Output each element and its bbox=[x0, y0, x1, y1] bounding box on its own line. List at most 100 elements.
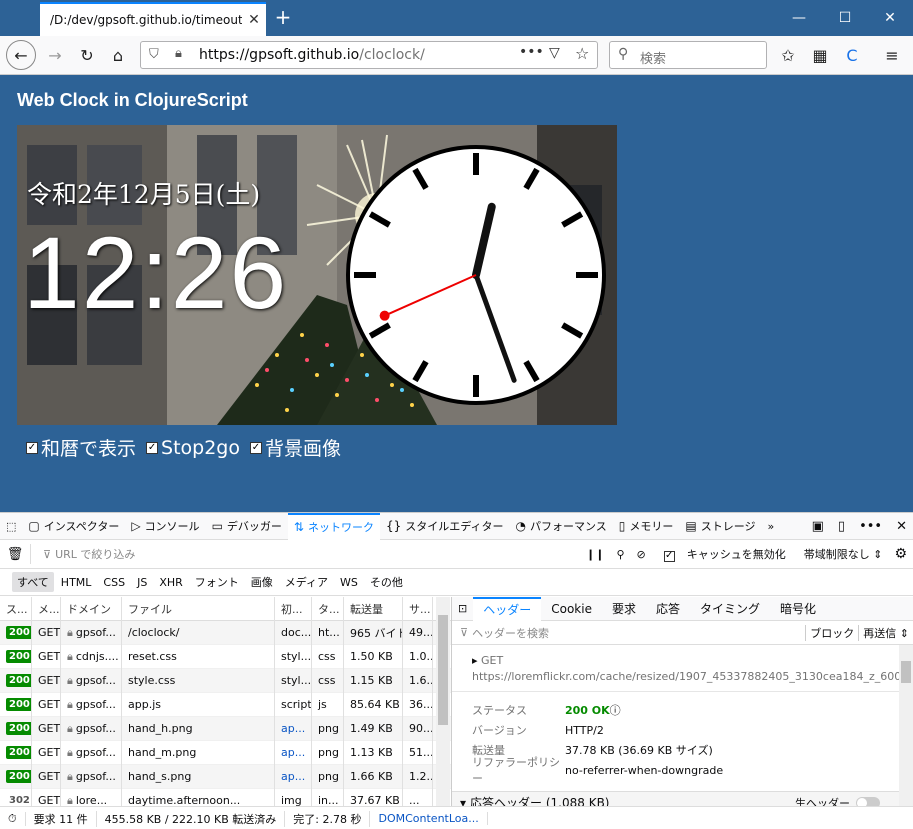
devtools-tab-inspector[interactable]: ▢ インスペクター bbox=[22, 513, 125, 540]
page-actions-icon[interactable]: ••• bbox=[519, 44, 544, 60]
minimize-button[interactable]: — bbox=[776, 0, 822, 36]
column-header[interactable]: サ... bbox=[403, 597, 433, 621]
shield-icon[interactable]: ⛉ bbox=[149, 47, 159, 62]
detail-tab-0[interactable]: ヘッダー bbox=[473, 597, 542, 621]
type-filter-0[interactable]: すべて bbox=[12, 572, 54, 592]
maximize-button[interactable]: ☐ bbox=[822, 0, 868, 36]
pause-icon[interactable]: ❙❙ bbox=[586, 548, 604, 561]
checkbox-checked-icon[interactable]: ✓ bbox=[146, 441, 159, 454]
cell-file: hand_m.png bbox=[122, 740, 275, 765]
cell-status: 200 bbox=[0, 668, 32, 693]
back-button[interactable]: ← bbox=[6, 40, 36, 70]
more-tabs-button[interactable]: » bbox=[761, 513, 780, 540]
cell-text: doc... bbox=[281, 626, 312, 639]
toggle-sidebar-icon[interactable]: ⊡ bbox=[452, 602, 473, 615]
request-table-scrollbar[interactable] bbox=[436, 597, 450, 806]
extension-c-button[interactable]: C bbox=[837, 40, 867, 70]
bookmarks-button[interactable]: ✩ bbox=[773, 40, 803, 70]
help-icon[interactable]: ⓘ bbox=[610, 702, 621, 718]
devtools-tab-storage[interactable]: ▤ ストレージ bbox=[679, 513, 761, 540]
type-filter-5[interactable]: フォント bbox=[190, 572, 244, 592]
column-header[interactable]: 初... bbox=[275, 597, 312, 621]
devtools-tab-memory[interactable]: ▯ メモリー bbox=[613, 513, 680, 540]
header-filter[interactable]: ⊽ ヘッダーを検索 ブロック 再送信 ⇕ bbox=[452, 621, 913, 645]
disable-cache-checkbox[interactable]: ✓ キャッシュを無効化 bbox=[658, 546, 792, 562]
responsive-design-icon[interactable]: ▯ bbox=[838, 519, 845, 534]
cell-init: doc... bbox=[275, 620, 312, 645]
checkbox-checked-icon[interactable]: ✓ bbox=[26, 441, 38, 454]
url-text[interactable]: https://gpsoft.github.io/cloclock/ bbox=[199, 47, 425, 63]
lock-icon[interactable]: 🔒︎ bbox=[175, 46, 182, 61]
type-filter-6[interactable]: 画像 bbox=[246, 572, 278, 592]
block-button[interactable]: ブロック bbox=[805, 624, 858, 641]
type-filter-1[interactable]: HTML bbox=[56, 574, 97, 591]
cell-text: png bbox=[318, 770, 339, 783]
table-row[interactable]: 200 GET 🔒︎ gpsof... hand_h.png ap... png 1.49 K… bbox=[0, 716, 451, 741]
type-filter-8[interactable]: WS bbox=[335, 574, 363, 591]
element-picker-button[interactable]: ⬚ bbox=[0, 513, 22, 540]
search-box[interactable]: ⚲ 検索 bbox=[609, 41, 767, 69]
column-header[interactable]: 転送量 bbox=[344, 597, 403, 621]
url-filter-input[interactable]: ⊽ URL で絞り込み bbox=[30, 544, 580, 564]
raw-headers-toggle[interactable] bbox=[856, 796, 880, 806]
pocket-icon[interactable]: ▽ bbox=[549, 45, 560, 61]
search-icon[interactable]: ⚲ bbox=[616, 548, 624, 561]
detail-tab-2[interactable]: 要求 bbox=[602, 597, 646, 621]
devtools-tab-style[interactable]: {} スタイルエディター bbox=[380, 513, 510, 540]
menu-button[interactable]: ≡ bbox=[877, 40, 907, 70]
option-wareki[interactable]: ✓ 和暦で表示 bbox=[26, 434, 136, 461]
column-header[interactable]: タ... bbox=[312, 597, 344, 621]
type-filter-3[interactable]: JS bbox=[132, 574, 152, 591]
devtools-tab-performance[interactable]: ◔ パフォーマンス bbox=[509, 513, 612, 540]
trash-icon[interactable]: 🗑︎ bbox=[0, 547, 30, 562]
devtools-tab-console[interactable]: ▷ コンソール bbox=[125, 513, 205, 540]
table-row[interactable]: 302 GET 🔒︎ lore... daytime.afternoon... img in… bbox=[0, 788, 451, 806]
bookmark-star-icon[interactable]: ☆ bbox=[575, 44, 589, 63]
more-options-icon[interactable]: ••• bbox=[859, 519, 882, 534]
option-background-image[interactable]: ✓ 背景画像 bbox=[249, 434, 341, 461]
devtools-tab-network[interactable]: ⇅ ネットワーク bbox=[287, 512, 380, 540]
tab-close-icon[interactable]: ✕ bbox=[242, 12, 266, 28]
column-header[interactable]: メ... bbox=[32, 597, 61, 621]
detail-tab-5[interactable]: 暗号化 bbox=[770, 597, 826, 621]
devtools-tab-debugger[interactable]: ▭ デバッガー bbox=[206, 513, 288, 540]
type-filter-4[interactable]: XHR bbox=[154, 574, 187, 591]
table-row[interactable]: 200 GET 🔒︎ cdnjs.... reset.css styl... css 1.50… bbox=[0, 644, 451, 669]
close-window-button[interactable]: ✕ bbox=[867, 0, 913, 36]
table-row[interactable]: 200 GET 🔒︎ gpsof... hand_m.png ap... png 1.13 K… bbox=[0, 740, 451, 765]
table-row[interactable]: 200 GET 🔒︎ gpsof.../cloclock/doc... ht... 965… bbox=[0, 620, 451, 645]
response-headers-section[interactable]: ▾ 応答ヘッダー (1.088 KB) 生ヘッダー bbox=[452, 791, 900, 806]
reload-button[interactable]: ↻ bbox=[72, 40, 102, 70]
table-row[interactable]: 200 GET 🔒︎ gpsof... hand_s.png ap... png 1.66 K… bbox=[0, 764, 451, 789]
detail-scrollbar[interactable] bbox=[899, 645, 913, 806]
table-row[interactable]: 200 GET 🔒︎ gpsof... style.css styl... css 1.15 … bbox=[0, 668, 451, 693]
table-row[interactable]: 200 GET 🔒︎ gpsof... app.js script js 85.64 KB 36… bbox=[0, 692, 451, 717]
expand-arrow-icon[interactable]: ▸ bbox=[472, 654, 478, 667]
checkbox-checked-icon[interactable]: ✓ bbox=[663, 550, 675, 562]
column-header[interactable]: ドメイン bbox=[61, 597, 122, 621]
column-header[interactable]: ス... bbox=[0, 597, 32, 621]
scrollbar-thumb[interactable] bbox=[438, 615, 448, 725]
detail-tab-4[interactable]: タイミング bbox=[690, 597, 770, 621]
extensions-button[interactable]: ▦ bbox=[805, 40, 835, 70]
forward-button[interactable]: → bbox=[40, 40, 70, 70]
scrollbar-thumb[interactable] bbox=[901, 661, 911, 683]
type-filter-2[interactable]: CSS bbox=[98, 574, 130, 591]
detail-tab-1[interactable]: Cookie bbox=[541, 597, 602, 621]
url-bar[interactable]: ⛉ 🔒︎ https://gpsoft.github.io/cloclock/ … bbox=[140, 41, 598, 69]
column-header[interactable]: ファイル bbox=[122, 597, 275, 621]
dock-icon[interactable]: ▣ bbox=[812, 519, 824, 534]
new-tab-button[interactable]: + bbox=[272, 6, 294, 28]
detail-tab-3[interactable]: 応答 bbox=[646, 597, 690, 621]
home-button[interactable]: ⌂ bbox=[103, 40, 133, 70]
option-stop2go[interactable]: ✓ Stop2go bbox=[146, 437, 240, 459]
type-filter-7[interactable]: メディア bbox=[280, 572, 333, 592]
throttle-select[interactable]: 帯域制限なし ⇕ bbox=[804, 546, 883, 562]
close-devtools-icon[interactable]: ✕ bbox=[896, 519, 907, 534]
browser-tab[interactable]: /D:/dev/gpsoft.github.io/timeout/in ✕ bbox=[40, 2, 266, 36]
gear-icon[interactable]: ⚙ bbox=[894, 546, 907, 562]
block-icon[interactable]: ⊘ bbox=[637, 548, 646, 561]
resend-button[interactable]: 再送信 ⇕ bbox=[858, 624, 913, 641]
type-filter-9[interactable]: その他 bbox=[365, 572, 408, 592]
checkbox-checked-icon[interactable]: ✓ bbox=[249, 441, 262, 454]
